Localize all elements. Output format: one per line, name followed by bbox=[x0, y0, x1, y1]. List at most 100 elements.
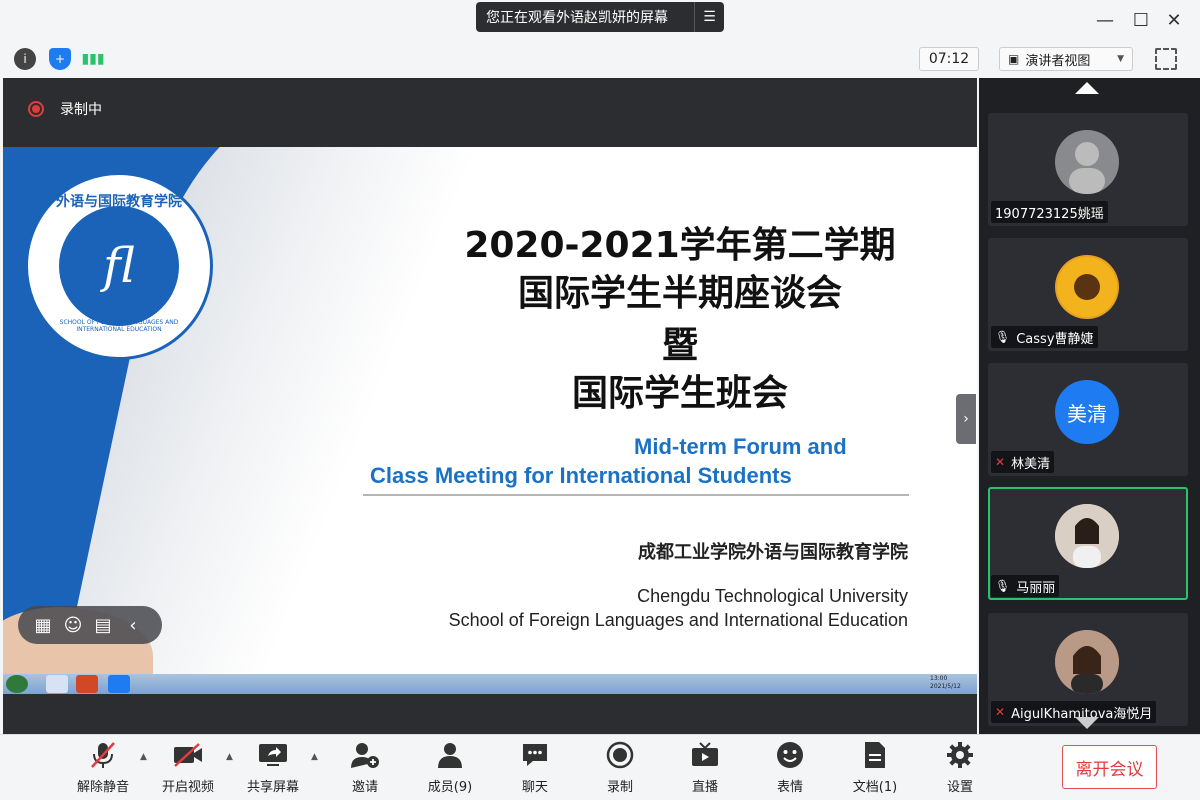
slide-divider bbox=[363, 494, 909, 496]
school-logo: 外语与国际教育学院 fl SCHOOL OF FOREIGN LANGUAGES… bbox=[25, 172, 213, 360]
slide-en-title-line1: Mid-term Forum and bbox=[634, 434, 847, 459]
maximize-icon[interactable]: ☐ bbox=[1131, 10, 1151, 31]
powerpoint-icon bbox=[76, 675, 98, 693]
record-button[interactable]: 录制 bbox=[580, 738, 660, 796]
participant-tile[interactable]: 1907723125姚瑶 bbox=[988, 113, 1188, 226]
gear-icon bbox=[945, 740, 975, 770]
record-icon bbox=[28, 101, 44, 117]
avatar bbox=[1055, 130, 1119, 194]
floating-controls: ▦ ☺ ▤ ‹ bbox=[18, 606, 162, 644]
logo-cn-text: 外语与国际教育学院 bbox=[56, 194, 182, 210]
slide-en-title-line2: Class Meeting for International Students bbox=[370, 463, 792, 488]
participant-name: 🎙 Cassy曹静婕 bbox=[991, 326, 1098, 348]
meeting-timer: 07:12 bbox=[919, 47, 979, 71]
mic-icon: 🎙 bbox=[995, 330, 1011, 344]
share-screen-button[interactable]: 共享屏幕 bbox=[233, 738, 313, 796]
live-button[interactable]: 直播 bbox=[665, 738, 745, 796]
participant-tile[interactable]: 🎙 Cassy曹静婕 bbox=[988, 238, 1188, 351]
slide-title-line2: 国际学生半期座谈会 bbox=[517, 273, 842, 314]
live-tv-icon bbox=[690, 740, 720, 770]
mic-muted-icon: ✕ bbox=[995, 705, 1006, 719]
participant-name: 1907723125姚瑶 bbox=[991, 201, 1108, 223]
leave-meeting-button[interactable]: 离开会议 bbox=[1062, 745, 1157, 789]
logo-mark: fl bbox=[59, 206, 179, 326]
unmute-label: 解除静音 bbox=[76, 780, 129, 795]
avatar: 美清 bbox=[1055, 380, 1119, 444]
reactions-button[interactable]: 表情 bbox=[750, 738, 830, 796]
settings-button[interactable]: 设置 bbox=[920, 738, 1000, 796]
record-label: 录制 bbox=[606, 780, 633, 795]
slide-title-line4: 国际学生班会 bbox=[571, 373, 788, 414]
share-screen-label: 共享屏幕 bbox=[246, 780, 299, 795]
signal-icon[interactable]: ▮▮▮ bbox=[81, 48, 104, 70]
slide-title-line1: 2020-2021学年第二学期 bbox=[464, 225, 896, 266]
chevron-up-icon[interactable]: ▲ bbox=[140, 752, 147, 762]
slide-org-en2: School of Foreign Languages and Internat… bbox=[448, 610, 908, 630]
fullscreen-icon[interactable] bbox=[1155, 48, 1177, 70]
live-label: 直播 bbox=[691, 780, 718, 795]
mic-muted-icon bbox=[88, 740, 118, 770]
chevron-down-icon: ▼ bbox=[1117, 54, 1124, 64]
slide-org-cn: 成都工业学院外语与国际教育学院 bbox=[638, 542, 908, 563]
record-icon bbox=[605, 740, 635, 770]
taskbar-clock: 13:00 2021/5/12 bbox=[930, 675, 961, 691]
chevron-up-icon[interactable]: ▲ bbox=[311, 752, 318, 762]
recording-indicator: 录制中 bbox=[28, 99, 102, 119]
close-icon[interactable]: ✕ bbox=[1164, 10, 1184, 31]
minimize-icon[interactable]: — bbox=[1095, 10, 1115, 31]
chat-button[interactable]: 聊天 bbox=[495, 738, 575, 796]
participant-tile[interactable]: ✕ AigulKhamitova海悦月 bbox=[988, 613, 1188, 726]
chat-bubble-icon[interactable]: ▤ bbox=[88, 615, 118, 636]
unmute-button[interactable]: 解除静音 bbox=[63, 738, 143, 796]
mic-muted-icon: ✕ bbox=[995, 455, 1006, 469]
emoji-icon bbox=[775, 740, 805, 770]
share-banner-text: 您正在观看外语赵凯妍的屏幕 bbox=[486, 10, 668, 26]
participant-tile-active[interactable]: 🎙 马丽丽 bbox=[988, 487, 1188, 600]
scroll-down-icon[interactable] bbox=[1075, 717, 1099, 729]
presenter-taskbar bbox=[3, 674, 977, 694]
logo-en-text: SCHOOL OF FOREIGN LANGUAGES AND INTERNAT… bbox=[59, 319, 179, 333]
video-off-icon bbox=[173, 740, 203, 770]
share-banner[interactable]: 您正在观看外语赵凯妍的屏幕 ☰ bbox=[476, 2, 724, 32]
participant-name: ✕ AigulKhamitova海悦月 bbox=[991, 701, 1157, 723]
settings-label: 设置 bbox=[946, 780, 973, 795]
taskbar-date: 2021/5/12 bbox=[930, 683, 961, 690]
avatar bbox=[1055, 255, 1119, 319]
meeting-app-icon bbox=[108, 675, 130, 693]
avatar bbox=[1055, 630, 1119, 694]
info-icon[interactable]: i bbox=[14, 48, 36, 70]
chevron-left-icon[interactable]: ‹ bbox=[118, 615, 148, 636]
members-button[interactable]: 成员(9) bbox=[410, 738, 490, 796]
layout-icon[interactable]: ▦ bbox=[28, 615, 58, 636]
document-icon bbox=[860, 740, 890, 770]
docs-button[interactable]: 文档(1) bbox=[835, 738, 915, 796]
chevron-up-icon[interactable]: ▲ bbox=[226, 752, 233, 762]
shield-icon[interactable]: + bbox=[49, 48, 71, 70]
add-user-icon bbox=[350, 740, 380, 770]
start-video-button[interactable]: 开启视频 bbox=[148, 738, 228, 796]
share-screen-icon bbox=[258, 740, 288, 770]
taskbar-time: 13:00 bbox=[930, 675, 948, 682]
docs-label: 文档(1) bbox=[852, 780, 898, 795]
mic-icon: 🎙 bbox=[995, 579, 1011, 593]
view-mode-label: 演讲者视图 bbox=[1025, 53, 1091, 69]
view-mode-select[interactable]: ▣ 演讲者视图 ▼ bbox=[999, 47, 1133, 71]
slide-title-line3: 暨 bbox=[661, 325, 698, 366]
participant-tile[interactable]: 美清 ✕ 林美清 bbox=[988, 363, 1188, 476]
menu-icon[interactable]: ☰ bbox=[694, 2, 724, 32]
chevron-right-icon[interactable]: › bbox=[956, 394, 976, 444]
users-icon bbox=[435, 740, 465, 770]
scroll-up-icon[interactable] bbox=[1075, 82, 1099, 94]
start-video-label: 开启视频 bbox=[161, 780, 214, 795]
taskbar-app-icon bbox=[46, 675, 68, 693]
chat-label: 聊天 bbox=[521, 780, 548, 795]
avatar bbox=[1055, 504, 1119, 568]
slide-org-en1: Chengdu Technological University bbox=[637, 586, 908, 606]
participant-name: ✕ 林美清 bbox=[991, 451, 1055, 473]
chat-icon bbox=[520, 740, 550, 770]
invite-button[interactable]: 邀请 bbox=[325, 738, 405, 796]
reactions-label: 表情 bbox=[776, 780, 803, 795]
start-button-icon bbox=[6, 675, 28, 693]
members-label: 成员(9) bbox=[427, 780, 473, 795]
emoji-icon[interactable]: ☺ bbox=[58, 615, 88, 636]
